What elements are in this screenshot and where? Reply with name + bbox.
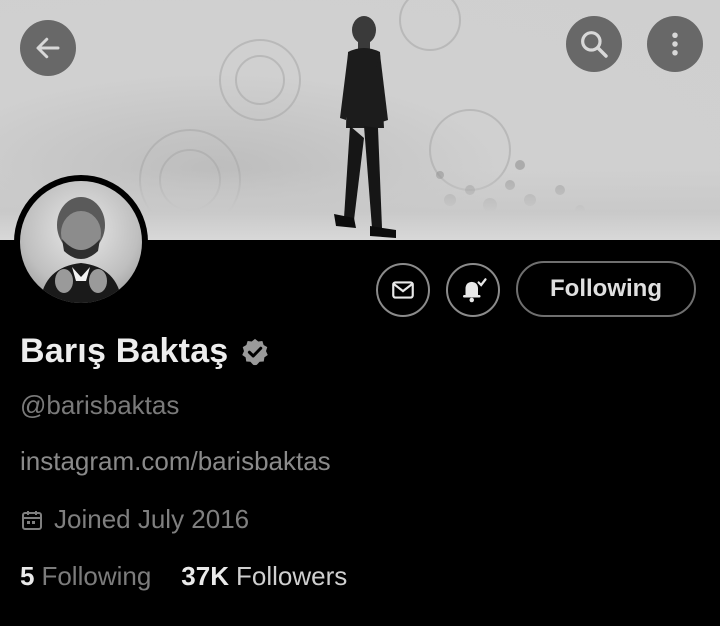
notifications-button[interactable]: [446, 263, 500, 317]
verified-badge-icon: [240, 337, 270, 367]
profile-name-row: Barış Baktaş: [20, 332, 270, 371]
more-vertical-icon: [672, 32, 678, 56]
following-button[interactable]: Following: [516, 261, 696, 317]
arrow-left-icon: [36, 37, 60, 59]
profile-stats: 5 Following 37K Followers: [20, 561, 347, 592]
more-options-button[interactable]: [647, 16, 703, 72]
search-button[interactable]: [566, 16, 622, 72]
followers-label: Followers: [236, 561, 348, 591]
joined-date-row: Joined July 2016: [20, 504, 249, 535]
calendar-icon: [22, 510, 42, 530]
avatar-image: [20, 181, 142, 303]
profile-website-link[interactable]: instagram.com/barisbaktas: [20, 446, 331, 477]
back-button[interactable]: [20, 20, 76, 76]
following-label: Following: [41, 561, 152, 591]
search-icon: [581, 31, 608, 58]
following-count: 5: [20, 561, 35, 591]
followers-count: 37K: [181, 561, 229, 591]
followers-stat-link[interactable]: 37K Followers: [181, 561, 347, 592]
following-stat-link[interactable]: 5 Following: [20, 561, 151, 592]
envelope-icon: [392, 281, 414, 299]
message-button[interactable]: [376, 263, 430, 317]
banner-person-figure: [334, 16, 396, 238]
joined-date: Joined July 2016: [54, 504, 250, 534]
display-name: Barış Baktaş: [20, 332, 229, 370]
profile-handle: @barisbaktas: [20, 390, 180, 420]
bell-check-icon: [463, 278, 487, 303]
profile-avatar[interactable]: [14, 175, 148, 309]
